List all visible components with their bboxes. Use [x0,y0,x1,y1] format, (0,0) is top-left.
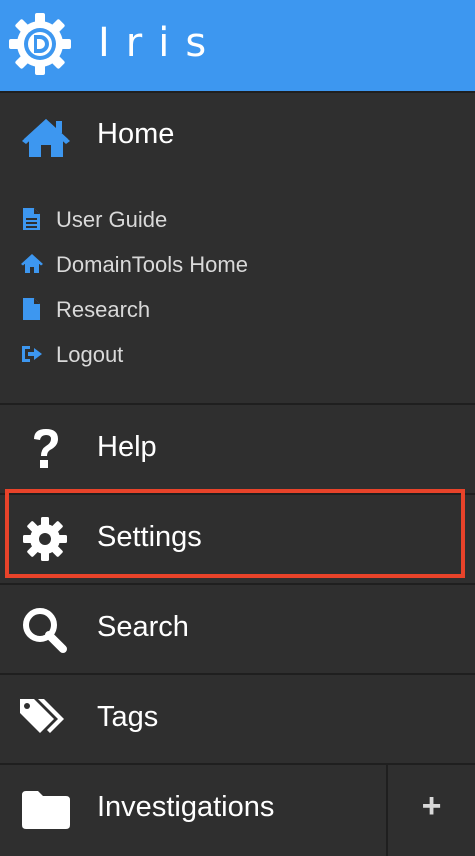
gear-icon [23,517,67,561]
sublink-domaintools-home[interactable]: DomainTools Home [0,244,300,284]
app-header: Iris [0,0,475,93]
home-icon [22,119,70,157]
sublink-label: Research [56,297,151,322]
sublink-label: User Guide [56,207,168,232]
tags-icon [20,699,64,733]
nav-item-help-label: Help [97,431,157,463]
sublink-logout[interactable]: Logout [0,334,300,374]
sidebar-menu: Iris Home User Guide DomainTools Home Re… [0,0,475,856]
search-icon [23,608,67,653]
gear-d-logo-icon [9,13,71,75]
question-icon [34,429,58,468]
nav-item-home-label: Home [97,118,175,150]
logout-icon [22,346,42,362]
nav-item-investigations[interactable]: Investigations [0,765,386,853]
nav-item-tags-label: Tags [97,701,159,733]
home-section: Home User Guide DomainTools Home Researc… [0,93,475,405]
nav-item-settings-label: Settings [97,521,202,553]
plus-icon: + [421,787,442,825]
sublink-user-guide[interactable]: User Guide [0,199,300,239]
document-icon [23,208,40,230]
nav-item-investigations-label: Investigations [97,791,275,823]
sublink-research[interactable]: Research [0,289,300,329]
add-investigation-button[interactable]: + [388,765,475,856]
app-title: Iris [98,20,223,66]
nav-item-settings[interactable]: Settings [0,495,475,583]
nav-item-home[interactable]: Home [0,93,475,181]
nav-item-help[interactable]: Help [0,405,475,493]
nav-item-search-label: Search [97,611,189,643]
nav-item-search[interactable]: Search [0,585,475,673]
sublink-label: DomainTools Home [56,252,248,277]
folder-icon [22,791,70,829]
file-icon [23,298,40,320]
nav-item-tags[interactable]: Tags [0,675,475,763]
home-icon [21,254,43,273]
sublink-label: Logout [56,342,124,367]
